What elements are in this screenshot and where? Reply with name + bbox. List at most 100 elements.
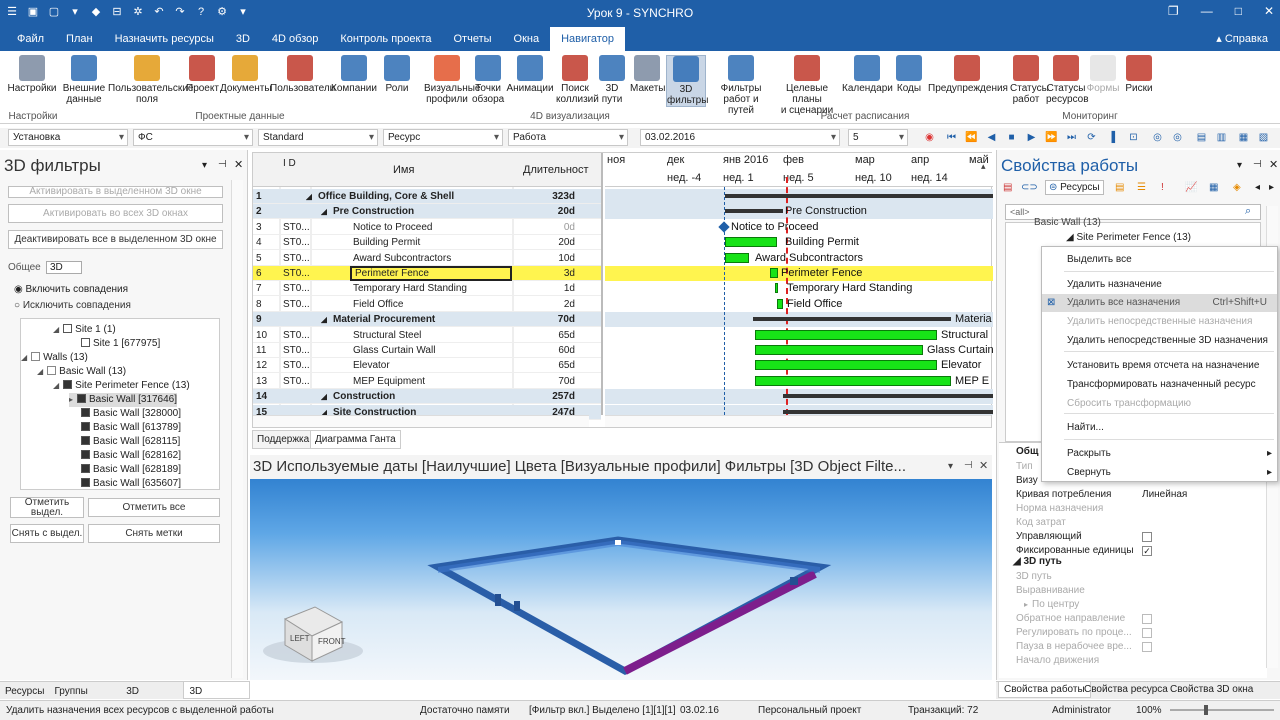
context-menu-item[interactable]: Установить время отсчета на назначение	[1042, 357, 1277, 375]
ribbon-button-18[interactable]: Коды	[894, 55, 924, 94]
include-radio[interactable]: ◉ Включить совпадения	[14, 284, 128, 295]
filter-tree-item[interactable]: Basic Wall [613789]	[69, 421, 181, 435]
tab-resources[interactable]: ⊜ Ресурсы	[1045, 180, 1104, 195]
unmark-selected-button[interactable]: Снять с выдел.	[10, 524, 84, 543]
expand-icon[interactable]: ▸	[1024, 600, 1028, 609]
expand-icon[interactable]: ◢	[53, 381, 59, 390]
left-scrollbar[interactable]	[231, 180, 243, 678]
ribbon-button-17[interactable]: Календари	[842, 55, 893, 94]
path-property-checkbox[interactable]	[1142, 628, 1152, 638]
property-row[interactable]: Визу	[1016, 474, 1038, 488]
view-menu-icon[interactable]: ▾	[948, 461, 953, 472]
task-bar[interactable]	[725, 252, 749, 263]
gantt-row[interactable]: 14 ◢ Construction 257d	[253, 389, 601, 405]
play-back-icon[interactable]: ◀	[984, 130, 999, 145]
gantt-row[interactable]: 9 ◢ Material Procurement 70d	[253, 312, 601, 328]
tab-icon-b[interactable]: ☰	[1137, 182, 1146, 193]
task-bar[interactable]	[725, 237, 777, 248]
filter-tree-item[interactable]: ◢ Site 1 (1)	[53, 323, 116, 337]
maximize-icon[interactable]: □	[1235, 4, 1242, 18]
play-mode-icon[interactable]: ▐	[1104, 130, 1119, 145]
filter-select-2[interactable]: ФС	[133, 129, 253, 146]
context-menu-item[interactable]: Трансформировать назначенный ресурс	[1042, 376, 1277, 394]
task-bar[interactable]	[777, 298, 783, 309]
tree-basic-wall[interactable]: Basic Wall (13)	[1034, 216, 1101, 230]
context-menu-item[interactable]: Удалить непосредственные 3D назначения	[1042, 332, 1277, 350]
zoom-slider[interactable]	[1170, 705, 1274, 715]
tree-checkbox[interactable]	[81, 478, 90, 487]
play-icon[interactable]: ▶	[1024, 130, 1039, 145]
tab-prev-icon[interactable]: ◂	[1255, 182, 1260, 193]
right-close-icon[interactable]: ✕	[1269, 158, 1278, 171]
tool-icon-1[interactable]: ▤	[1194, 130, 1209, 145]
right-pin-icon[interactable]: ⊣	[1253, 159, 1262, 170]
tab-icon-d[interactable]: 📈	[1185, 182, 1197, 193]
ribbon-button-13[interactable]: Макеты	[630, 55, 666, 94]
expand-icon[interactable]: ◢	[53, 325, 59, 334]
summary-bar[interactable]	[725, 194, 993, 198]
loop-icon[interactable]: ⟳	[1084, 130, 1099, 145]
task-bar[interactable]	[755, 360, 937, 371]
col-header-id[interactable]: I D	[283, 158, 297, 169]
property-row[interactable]: Норма назначения	[1016, 502, 1103, 516]
step-input[interactable]: 5	[848, 129, 908, 146]
filter-tree-item[interactable]: ◢ Walls (13)	[21, 351, 88, 365]
ribbon-button-20[interactable]: Статусы работ	[1010, 55, 1049, 105]
filter-tree-item[interactable]: Basic Wall [628162]	[69, 449, 181, 463]
ribbon-button-15[interactable]: Фильтры работ и путей	[710, 55, 772, 116]
tab-support[interactable]: Поддержка	[252, 430, 315, 449]
task-bar[interactable]	[755, 375, 951, 386]
property-row[interactable]: Код затрат	[1016, 516, 1066, 530]
property-row[interactable]: Кривая потребления Линейная	[1016, 488, 1187, 502]
filter-select-1[interactable]: Установка	[8, 129, 128, 146]
tree-checkbox[interactable]	[81, 422, 90, 431]
tree-site-perimeter-fence[interactable]: ◢ Site Perimeter Fence (13)	[1066, 231, 1191, 245]
right-menu-icon[interactable]: ▾	[1237, 160, 1242, 171]
path-property-row[interactable]: Пауза в нерабочее вре...	[1016, 640, 1152, 654]
tree-checkbox[interactable]	[47, 366, 57, 375]
expand-icon[interactable]: ◢	[21, 353, 27, 362]
ribbon-button-10[interactable]: Анимации	[506, 55, 554, 94]
tree-checkbox[interactable]	[81, 338, 90, 347]
tree-checkbox[interactable]	[77, 394, 87, 403]
context-menu-item[interactable]: Удалить непосредственные назначения	[1042, 313, 1277, 331]
gantt-row[interactable]: 7 ST0... Temporary Hard Standing 1d	[253, 281, 601, 297]
filter-tree-item[interactable]: ◢ Site Perimeter Fence (13)	[53, 379, 190, 393]
restore-icon[interactable]: ❐	[1168, 4, 1179, 18]
left-tab-1[interactable]: Группы ресу...	[49, 682, 121, 716]
filter-select-4[interactable]: Ресурс	[383, 129, 503, 146]
capture-icon[interactable]: ◎	[1150, 130, 1165, 145]
filter-tree-item[interactable]: ◢ Basic Wall (13)	[37, 365, 126, 379]
collapse-icon[interactable]: ◢	[321, 204, 327, 219]
gantt-row[interactable]: 11 ST0... Glass Curtain Wall 60d	[253, 343, 601, 358]
snapshot-icon[interactable]: ◎	[1170, 130, 1185, 145]
ribbon-button-2[interactable]: Пользовательские поля	[108, 55, 193, 105]
left-tab-3[interactable]: 3D фильтры	[183, 682, 250, 716]
panel-close-icon[interactable]: ✕	[234, 158, 243, 171]
ribbon-button-23[interactable]: Риски	[1124, 55, 1154, 94]
search-icon[interactable]: ⌕	[1245, 205, 1251, 218]
last-icon[interactable]: ⏭	[1064, 130, 1079, 145]
view-close-icon[interactable]: ✕	[979, 459, 988, 472]
filter-tree-item[interactable]: Basic Wall [628189]	[69, 463, 181, 477]
path-property-row[interactable]: Обратное направление	[1016, 612, 1152, 626]
activate-all-button[interactable]: Активировать во всех 3D окнах	[8, 204, 223, 223]
tree-checkbox[interactable]	[63, 380, 73, 389]
col-header-duration[interactable]: Длительност	[523, 164, 589, 176]
panel-pin-icon-2[interactable]: ⊣	[218, 159, 227, 170]
task-bar[interactable]	[775, 283, 778, 294]
property-checkbox[interactable]: ✓	[1142, 546, 1152, 556]
menu-tab-2[interactable]: Назначить ресурсы	[104, 27, 225, 51]
unmark-all-button[interactable]: Снять метки	[88, 524, 220, 543]
context-menu-item[interactable]: Раскрыть ▸	[1042, 445, 1277, 463]
tab-general[interactable]: Общее	[8, 262, 41, 273]
first-icon[interactable]: ⏮	[944, 130, 959, 145]
left-tab-2[interactable]: 3D объекты	[121, 682, 183, 716]
tab-3d[interactable]: 3D	[46, 261, 82, 274]
view-pin-icon[interactable]: ⊣	[964, 460, 973, 471]
menu-tab-4[interactable]: 4D обзор	[261, 27, 329, 51]
ribbon-button-8[interactable]: Визуальные профили	[424, 55, 481, 105]
ribbon-button-3[interactable]: Проект	[186, 55, 219, 94]
context-menu-item[interactable]: ⊠ Удалить все назначения Ctrl+Shift+U	[1042, 294, 1277, 312]
task-bar[interactable]	[755, 345, 923, 355]
